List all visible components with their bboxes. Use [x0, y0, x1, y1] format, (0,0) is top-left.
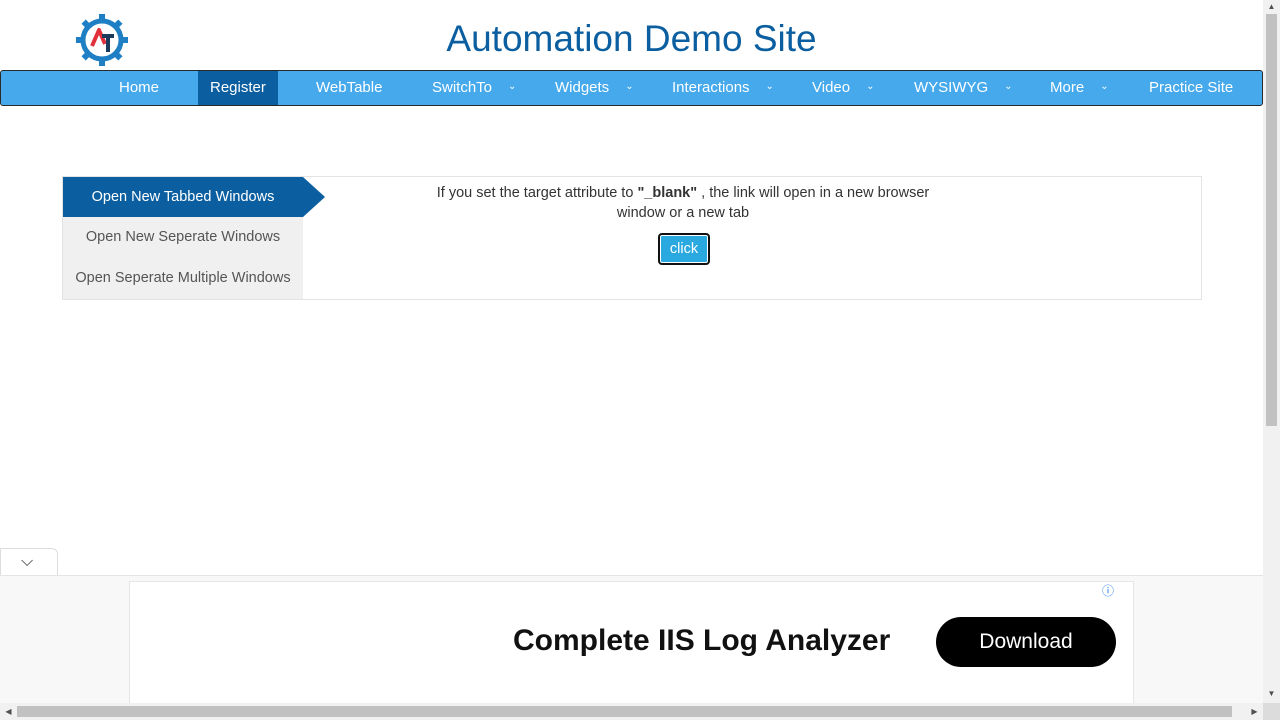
- instruction-text-start: If you set the target attribute to: [436, 185, 638, 201]
- nav-item-label: Interactions: [672, 79, 750, 96]
- tab-open-new-seperate-windows[interactable]: Open New Seperate Windows: [63, 217, 303, 257]
- ad-banner-area: ⓘ Complete IIS Log Analyzer Download: [0, 575, 1263, 705]
- tab-content: If you set the target attribute to "_bla…: [303, 177, 1201, 299]
- site-title: Automation Demo Site: [446, 18, 817, 59]
- nav-item-label: Widgets: [555, 79, 610, 96]
- nav-item-label: WebTable: [316, 79, 383, 96]
- ad-info-icon[interactable]: ⓘ: [1101, 584, 1115, 598]
- nav-item-home[interactable]: Home: [119, 71, 159, 105]
- nav-item-practice-site[interactable]: Practice Site: [1149, 71, 1233, 105]
- horizontal-scrollbar[interactable]: ◀ ▶: [0, 703, 1263, 720]
- scrollbar-corner: [1263, 703, 1280, 720]
- ad-headline[interactable]: Complete IIS Log Analyzer: [513, 624, 890, 658]
- chevron-down-icon: ⌄: [1100, 81, 1109, 93]
- nav-item-switchto[interactable]: SwitchTo ⌄: [432, 71, 516, 105]
- nav-item-label: WYSIWYG: [914, 79, 989, 96]
- chevron-down-icon: ⌄: [1004, 81, 1013, 93]
- nav-item-label: Home: [119, 79, 160, 96]
- nav-item-widgets[interactable]: Widgets ⌄: [555, 71, 634, 105]
- vertical-scrollbar-thumb[interactable]: [1266, 14, 1277, 426]
- nav-item-more[interactable]: More ⌄: [1050, 71, 1109, 105]
- nav-item-label: Video: [812, 79, 851, 96]
- vertical-scrollbar[interactable]: ▲ ▼: [1263, 0, 1280, 703]
- instruction-text: If you set the target attribute to "_bla…: [413, 183, 953, 223]
- tab-open-seperate-multiple-windows[interactable]: Open Seperate Multiple Windows: [63, 258, 303, 298]
- tab-open-new-tabbed-windows[interactable]: Open New Tabbed Windows: [63, 177, 325, 217]
- chevron-down-icon: ⌄: [765, 81, 774, 93]
- page: Automation Demo Site Home Register WebTa…: [0, 0, 1280, 720]
- nav-item-wysiwyg[interactable]: WYSIWYG ⌄: [914, 71, 1013, 105]
- chevron-down-icon: ⌄: [866, 81, 875, 93]
- windows-tab-panel: Open New Tabbed Windows Open New Seperat…: [62, 176, 1202, 300]
- nav-item-label: SwitchTo: [432, 79, 493, 96]
- ad-banner[interactable]: ⓘ Complete IIS Log Analyzer Download: [129, 581, 1134, 704]
- nav-item-label: Register: [210, 79, 266, 96]
- instruction-text-target-value: "_blank": [637, 185, 698, 201]
- nav-item-register[interactable]: Register: [198, 71, 278, 105]
- chevron-down-icon: ⌵: [21, 553, 34, 570]
- ad-collapse-tab[interactable]: ⌵: [0, 548, 58, 576]
- scroll-left-arrow-icon[interactable]: ◀: [0, 703, 17, 720]
- main-navbar: Home Register WebTable SwitchTo ⌄ Widgets…: [0, 70, 1263, 106]
- horizontal-scrollbar-thumb[interactable]: [17, 706, 1232, 717]
- chevron-down-icon: ⌄: [508, 81, 517, 93]
- nav-item-webtable[interactable]: WebTable: [316, 71, 382, 105]
- click-button[interactable]: click: [658, 233, 710, 265]
- chevron-down-icon: ⌄: [625, 81, 634, 93]
- scroll-right-arrow-icon[interactable]: ▶: [1246, 703, 1263, 720]
- nav-item-interactions[interactable]: Interactions ⌄: [672, 71, 774, 105]
- scroll-up-arrow-icon[interactable]: ▲: [1263, 0, 1280, 14]
- nav-item-video[interactable]: Video ⌄: [812, 71, 874, 105]
- nav-item-label: More: [1050, 79, 1085, 96]
- nav-item-label: Practice Site: [1149, 79, 1234, 96]
- scroll-down-arrow-icon[interactable]: ▼: [1263, 687, 1280, 701]
- tab-list: Open New Tabbed Windows Open New Seperat…: [63, 177, 325, 299]
- ad-download-button[interactable]: Download: [936, 617, 1116, 667]
